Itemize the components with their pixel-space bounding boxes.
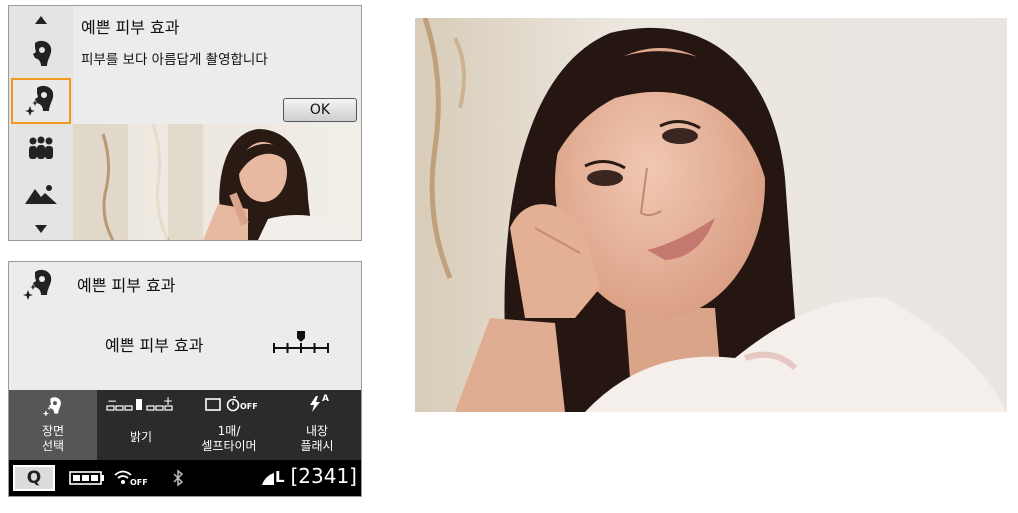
smooth-skin-mode-indicator (23, 268, 55, 306)
scroll-down-button[interactable] (11, 218, 71, 240)
shots-remaining: [2341] (290, 464, 357, 488)
scene-item-smooth-skin[interactable] (11, 78, 71, 124)
flash-mode-text: A (322, 394, 329, 404)
bluetooth-icon (173, 469, 184, 487)
landscape-icon (25, 185, 57, 204)
brightness-scale-icon (106, 399, 173, 411)
arrow-down-icon (35, 225, 47, 233)
scene-info-panel: 예쁜 피부 효과 피부를 보다 아름답게 촬영합니다 OK (73, 6, 361, 124)
effect-level-slider[interactable] (271, 328, 331, 358)
brightness-button[interactable]: − + 밝기 (97, 390, 185, 460)
brightness-label: 밝기 (129, 430, 153, 444)
status-bar: Q OFF L [2341] (9, 460, 361, 496)
smooth-skin-icon (42, 397, 61, 417)
smooth-skin-icon (23, 269, 52, 300)
scene-select-label: 장면 선택 (41, 424, 65, 453)
portrait-icon (33, 40, 52, 66)
flash-button[interactable]: A 내장 플래시 (273, 390, 361, 460)
slider-knob[interactable] (297, 331, 305, 342)
flash-icon (310, 396, 320, 412)
timer-off-text: OFF (240, 402, 258, 411)
scene-title: 예쁜 피부 효과 (81, 18, 180, 37)
scene-select-button[interactable]: 장면 선택 (9, 390, 97, 460)
sample-photo (415, 18, 1007, 412)
ok-button[interactable]: OK (283, 98, 357, 122)
drive-mode-button[interactable]: OFF 1매/ 셀프타이머 (185, 390, 273, 460)
scroll-up-button[interactable] (11, 8, 71, 32)
scene-description: 피부를 보다 아름답게 촬영합니다 (81, 52, 268, 68)
quick-control-title: 예쁜 피부 효과 (77, 276, 176, 295)
scene-sidebar (9, 6, 73, 240)
scene-select-screen: 예쁜 피부 효과 피부를 보다 아름답게 촬영합니다 OK (8, 5, 362, 241)
scene-preview-image (73, 124, 361, 240)
setting-label: 예쁜 피부 효과 (105, 336, 204, 355)
scene-item-landscape[interactable] (11, 174, 71, 214)
quick-control-button[interactable]: Q (13, 465, 55, 491)
flash-label: 내장 플래시 (300, 424, 334, 453)
scene-item-group-photo[interactable] (11, 128, 71, 168)
smooth-skin-icon (25, 85, 54, 116)
quick-control-screen: 예쁜 피부 효과 예쁜 피부 효과 장면 선택 − + 밝기 OFF 1매/ 셀… (8, 261, 362, 497)
scene-item-portrait[interactable] (11, 34, 71, 74)
quality-text: L (275, 468, 285, 486)
group-photo-icon (29, 136, 53, 159)
quick-settings-bar: 장면 선택 − + 밝기 OFF 1매/ 셀프타이머 A 내장 플래시 (9, 390, 361, 460)
battery-icon (69, 471, 104, 485)
wifi-off-text: OFF (130, 478, 148, 487)
drive-mode-label: 1매/ 셀프타이머 (201, 424, 257, 453)
arrow-up-icon (35, 16, 47, 24)
